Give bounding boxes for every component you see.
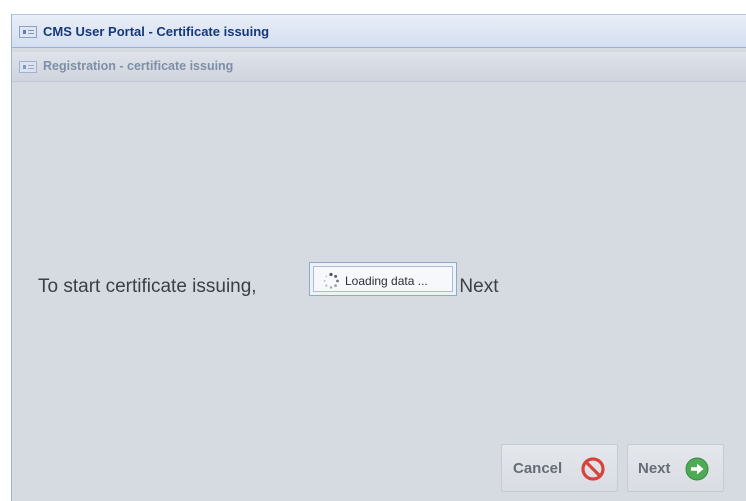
spinner-icon [323,272,339,289]
loading-indicator: Loading data ... [309,262,457,296]
window-titlebar: CMS User Portal - Certificate issuing [12,14,746,48]
cancel-button-label: Cancel [513,460,563,477]
no-entry-icon [581,457,605,481]
message-left: To start certificate issuing, [38,276,262,297]
arrow-right-circle-icon [685,457,709,481]
window-title: CMS User Portal - Certificate issuing [43,24,270,39]
panel-title: Registration - certificate issuing [43,59,234,73]
cancel-button[interactable]: Cancel [501,444,618,492]
panel-header: Registration - certificate issuing [12,52,746,82]
next-button-label: Next [638,460,671,477]
next-button[interactable]: Next [627,444,724,492]
loading-text: Loading data ... [345,274,428,288]
panel-icon [19,61,37,73]
certificate-issuing-window: CMS User Portal - Certificate issuing Re… [11,14,746,501]
window-icon [19,26,37,38]
